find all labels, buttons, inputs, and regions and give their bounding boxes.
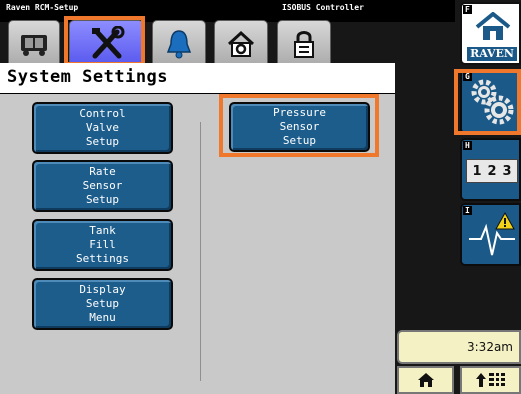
title-bar: System Settings	[0, 63, 395, 94]
control-valve-setup-button[interactable]: Control Valve Setup	[32, 102, 173, 154]
display-setup-menu-button[interactable]: Display Setup Menu	[32, 278, 173, 330]
softkey-h-keypad[interactable]: H 123	[460, 138, 521, 201]
menu-button[interactable]	[460, 366, 521, 394]
raven-logo: RAVEN	[467, 47, 517, 61]
rate-sensor-setup-button[interactable]: Rate Sensor Setup	[32, 160, 173, 212]
up-arrow-grid-icon	[475, 373, 505, 387]
softkey-f-home[interactable]: F RAVEN	[460, 2, 521, 65]
alarm-pulse-icon	[469, 211, 515, 256]
softkey-letter: H	[463, 141, 472, 150]
tab-security[interactable]	[277, 20, 331, 67]
gear-house-icon	[227, 30, 255, 57]
bell-icon	[166, 30, 192, 59]
softkey-letter: F	[463, 5, 472, 14]
tools-icon	[91, 26, 124, 59]
tab-machine[interactable]	[8, 20, 60, 67]
app-name: Raven RCM-Setup	[6, 3, 79, 12]
tab-alarms[interactable]	[152, 20, 206, 67]
home-button[interactable]	[397, 366, 454, 394]
tank-fill-settings-button[interactable]: Tank Fill Settings	[32, 219, 173, 271]
controller-label: ISOBUS Controller	[282, 3, 364, 12]
home-icon	[417, 373, 434, 387]
softkey-i-alarm[interactable]: I	[460, 203, 521, 266]
page-title: System Settings	[7, 67, 169, 87]
top-bar: Raven RCM-Setup ISOBUS Controller	[0, 0, 455, 22]
machine-icon	[21, 35, 47, 56]
gears-icon	[471, 79, 514, 125]
pressure-sensor-setup-button[interactable]: Pressure Sensor Setup	[229, 102, 370, 152]
time: 3:32am	[467, 340, 513, 354]
tab-tools[interactable]	[69, 20, 144, 67]
home-icon	[475, 12, 511, 40]
main-panel: System Settings Control Valve Setup Rate…	[0, 63, 395, 394]
numeric-keypad-icon: 123	[466, 159, 518, 183]
softkey-g-settings[interactable]: G	[460, 69, 521, 134]
column-divider	[200, 122, 201, 381]
tab-settings[interactable]	[214, 20, 268, 67]
clock-display: 3:32am	[397, 330, 521, 364]
padlock-icon	[294, 31, 314, 58]
